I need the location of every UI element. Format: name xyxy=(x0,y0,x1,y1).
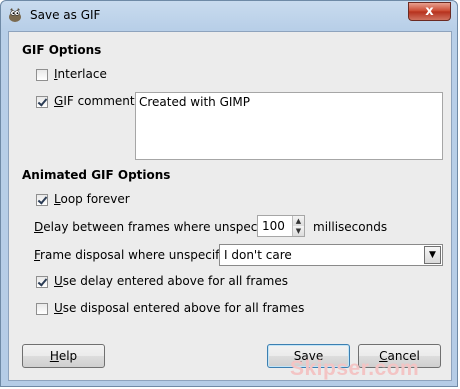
use-disposal-label-text: se disposal entered above for all frames xyxy=(62,301,305,315)
use-delay-label[interactable]: Use delay entered above for all frames xyxy=(54,274,288,288)
delay-label-text: elay between frames where unspecified: xyxy=(43,220,288,234)
spin-down-icon[interactable]: ▼ xyxy=(292,226,304,236)
use-disposal-label[interactable]: Use disposal entered above for all frame… xyxy=(54,301,304,315)
delay-unit-label: milliseconds xyxy=(313,220,388,234)
gif-comment-mnemonic: G xyxy=(54,94,64,108)
interlace-label-text: nterlace xyxy=(57,67,107,81)
close-icon: x xyxy=(425,4,434,19)
loop-forever-label-text: oop forever xyxy=(60,192,130,206)
watermark-text: Skipser.com xyxy=(290,357,420,380)
delay-label: Delay between frames where unspecified: xyxy=(34,220,287,234)
title-bar[interactable]: Save as GIF x xyxy=(1,1,457,29)
frame-disposal-value: I don't care xyxy=(224,248,292,262)
frame-disposal-select[interactable]: I don't care ▼ xyxy=(219,244,443,266)
gimp-wilber-icon xyxy=(9,8,21,22)
gif-comment-textarea[interactable]: Created with GIMP xyxy=(135,92,443,160)
help-button-label: elp xyxy=(58,349,78,363)
chevron-down-icon[interactable]: ▼ xyxy=(424,246,441,264)
dialog-body: GIF Options Interlace GIF comment: Creat… xyxy=(8,31,452,381)
help-mnemonic: H xyxy=(49,349,59,363)
frame-disposal-label: Frame disposal where unspecified: xyxy=(34,248,242,262)
loop-forever-checkbox[interactable] xyxy=(36,194,48,206)
gif-comment-label[interactable]: GIF comment: xyxy=(54,94,139,108)
gif-comment-checkbox[interactable] xyxy=(36,96,48,108)
save-as-gif-dialog: Save as GIF x GIF Options Interlace GIF … xyxy=(0,0,458,387)
help-button[interactable]: Help xyxy=(22,344,105,368)
delay-value[interactable]: 100 xyxy=(262,219,285,233)
frame-disposal-label-text: rame disposal where unspecified: xyxy=(40,248,242,262)
gif-comment-label-text: IF comment: xyxy=(63,94,139,108)
close-button[interactable]: x xyxy=(408,2,451,21)
window-title: Save as GIF xyxy=(30,8,101,22)
use-delay-checkbox[interactable] xyxy=(36,276,48,288)
use-disposal-checkbox[interactable] xyxy=(36,303,48,315)
use-disposal-mnemonic: U xyxy=(54,301,63,315)
gif-options-heading: GIF Options xyxy=(22,43,102,57)
delay-spinbox[interactable]: 100 ▲ ▼ xyxy=(257,215,305,237)
interlace-label[interactable]: Interlace xyxy=(54,67,107,81)
loop-forever-label[interactable]: Loop forever xyxy=(54,192,130,206)
animated-gif-options-heading: Animated GIF Options xyxy=(22,168,171,182)
interlace-checkbox[interactable] xyxy=(36,69,48,81)
delay-mnemonic: D xyxy=(34,220,44,234)
use-delay-mnemonic: U xyxy=(54,274,63,288)
use-delay-label-text: se delay entered above for all frames xyxy=(62,274,289,288)
